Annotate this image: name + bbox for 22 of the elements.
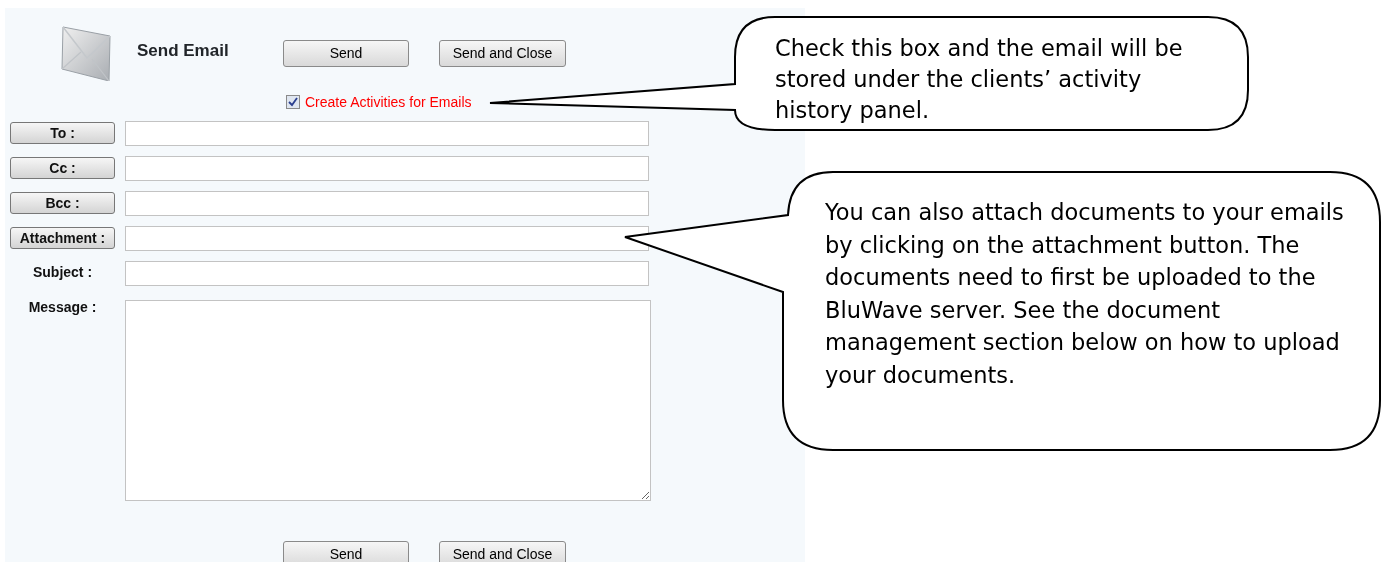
input-field[interactable] [125, 226, 649, 251]
field-button[interactable]: Attachment : [10, 227, 115, 249]
send-and-close-button[interactable]: Send and Close [439, 39, 566, 67]
checkbox-label: Create Activities for Emails [305, 92, 472, 112]
send-and-close-button[interactable]: Send and Close [439, 541, 566, 562]
callout-text: Check this box and the email will be stored under the clients’ activity history panel. [775, 34, 1184, 125]
envelope-icon [60, 25, 112, 81]
input-field[interactable] [125, 121, 649, 146]
message-area[interactable] [125, 300, 651, 501]
field-button[interactable]: Bcc : [10, 192, 115, 214]
field-button[interactable]: Cc : [10, 157, 115, 179]
checkbox[interactable] [286, 95, 300, 109]
input-field[interactable] [125, 261, 649, 286]
callout-text: You can also attach documents to your emails by clicking on the attachment button. The documents need to first be uploaded to the BluWave server. See the document management section below on how to upload your documents. [825, 198, 1345, 390]
field-label: Message : [27, 298, 98, 317]
send-button[interactable]: Send [283, 39, 409, 67]
field-label: Subject : [31, 263, 94, 282]
field-button[interactable]: To : [10, 122, 115, 144]
input-field[interactable] [125, 156, 649, 181]
input-field[interactable] [125, 191, 649, 216]
form-title: Send Email [137, 40, 230, 63]
send-button[interactable]: Send [283, 541, 409, 562]
